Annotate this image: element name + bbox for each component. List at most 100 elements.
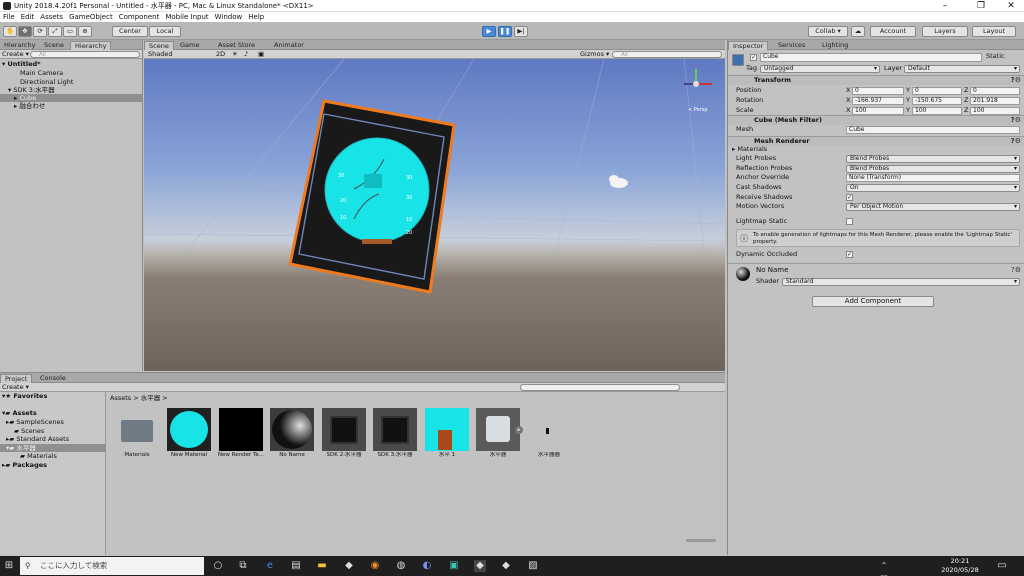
materials-foldout[interactable]: ▸ Materials	[732, 145, 767, 154]
play-button[interactable]: ▶	[482, 26, 496, 37]
tree-materials[interactable]: ▰ Materials	[20, 452, 57, 460]
asset-suiheiki-scene[interactable]	[527, 408, 571, 451]
dynamic-occluded-checkbox[interactable]: ✓	[846, 251, 853, 258]
cast-shadows-dropdown[interactable]: On	[846, 184, 1020, 192]
hierarchy-item-sdk3[interactable]: ▾ SDK 3:水平器	[8, 86, 55, 94]
pivot-local-toggle[interactable]: Local	[149, 26, 181, 37]
position-y-field[interactable]: 0	[912, 87, 962, 95]
tree-scenes[interactable]: ▰ Scenes	[14, 427, 44, 435]
asset-no-name-material[interactable]	[270, 408, 314, 451]
asset-suiheiki-model[interactable]	[476, 408, 520, 451]
discord-icon[interactable]: ◐	[421, 560, 433, 572]
thumbnail-size-slider[interactable]	[686, 539, 716, 542]
shading-mode-dropdown[interactable]: Shaded	[148, 50, 172, 58]
hierarchy-scene-root[interactable]: ▾ Untitled*	[2, 60, 41, 68]
scene-view[interactable]: Scene Game Asset Store Animator Shaded 2…	[144, 40, 725, 371]
tab-game[interactable]: Game	[176, 41, 203, 50]
close-button[interactable]: ✕	[996, 0, 1024, 12]
layers-dropdown[interactable]: Layers	[922, 26, 968, 37]
unity-hub-icon[interactable]: ◆	[343, 560, 355, 572]
tree-standard-assets[interactable]: ▸▰ Standard Assets	[6, 435, 69, 443]
blender-icon[interactable]: ◉	[369, 560, 381, 572]
tree-sample-scenes[interactable]: ▸▰ SampleScenes	[6, 418, 64, 426]
component-menu-icon[interactable]: ?⚙	[1011, 266, 1021, 274]
steam-icon[interactable]: ◍	[395, 560, 407, 572]
lighting-toggle-icon[interactable]: ☀	[232, 50, 238, 58]
add-component-button[interactable]: Add Component	[812, 296, 934, 307]
scale-z-field[interactable]: 100	[970, 107, 1020, 115]
tab-inspector[interactable]: Inspector	[728, 41, 769, 50]
hierarchy-search-input[interactable]: All	[30, 51, 140, 58]
asset-sdk3-prefab[interactable]	[373, 408, 417, 451]
persp-label[interactable]: ≺ Persp	[688, 107, 708, 113]
move-tool-icon[interactable]: ✥	[18, 26, 32, 37]
lightmap-static-checkbox[interactable]	[846, 218, 853, 225]
scene-search-input[interactable]: All	[612, 51, 722, 58]
transform-tool-icon[interactable]: ⊕	[78, 26, 92, 37]
tab-services[interactable]: Services	[774, 41, 809, 50]
component-menu-icon[interactable]: ?⚙	[1011, 116, 1021, 125]
asset-suihei1-texture[interactable]	[425, 408, 469, 451]
rotate-tool-icon[interactable]: ⟳	[33, 26, 47, 37]
layer-dropdown[interactable]: Default	[904, 65, 1020, 73]
receive-shadows-checkbox[interactable]: ✓	[846, 194, 853, 201]
step-button[interactable]: ▶|	[514, 26, 528, 37]
scale-y-field[interactable]: 100	[912, 107, 962, 115]
tab-lighting[interactable]: Lighting	[818, 41, 852, 50]
tree-packages[interactable]: ▸▰ Packages	[2, 461, 47, 469]
transform-header[interactable]: Transform ?⚙	[728, 75, 1024, 85]
audio-toggle-icon[interactable]: ♪	[244, 50, 248, 58]
hierarchy-item-cube[interactable]: ▸ Cube	[0, 94, 143, 102]
expand-arrow-icon[interactable]: ▸	[515, 426, 523, 434]
mesh-renderer-header[interactable]: Mesh Renderer ?⚙	[728, 136, 1024, 146]
material-header[interactable]: No Name Shader Standard ?⚙	[728, 263, 1024, 289]
notification-icon[interactable]: ▭	[996, 560, 1008, 572]
menu-file[interactable]: File	[3, 13, 15, 21]
explorer-icon[interactable]: ▬	[316, 560, 328, 572]
cloud-icon[interactable]: ☁	[851, 26, 865, 37]
position-x-field[interactable]: 0	[852, 87, 904, 95]
hand-tool-icon[interactable]: ✋	[3, 26, 17, 37]
component-menu-icon[interactable]: ?⚙	[1011, 137, 1021, 146]
breadcrumb[interactable]: Assets > 水平器 >	[110, 392, 168, 402]
system-tray-icons[interactable]: ⌃ ▣ ☁ ▭ ♪	[878, 560, 890, 576]
gizmos-dropdown[interactable]: Gizmos ▾	[580, 50, 609, 58]
tab-scene-small[interactable]: Scene	[40, 41, 68, 50]
store-icon[interactable]: ▤	[290, 560, 302, 572]
project-create-button[interactable]: Create ▾	[2, 383, 29, 391]
component-menu-icon[interactable]: ?⚙	[1011, 76, 1021, 85]
taskbar-search-input[interactable]: ⚲ ここに入力して検索	[20, 557, 204, 575]
rotation-y-field[interactable]: -150.675	[912, 97, 962, 105]
rect-tool-icon[interactable]: ▭	[63, 26, 77, 37]
menu-window[interactable]: Window	[215, 13, 243, 21]
tab-animator[interactable]: Animator	[270, 41, 308, 50]
menu-edit[interactable]: Edit	[21, 13, 35, 21]
tag-dropdown[interactable]: Untagged	[760, 65, 880, 73]
mesh-filter-header[interactable]: Cube (Mesh Filter) ?⚙	[728, 115, 1024, 125]
tab-asset-store[interactable]: Asset Store	[214, 41, 259, 50]
hierarchy-item-fusion[interactable]: ▸ 融合わせ	[14, 102, 45, 110]
active-checkbox[interactable]: ✓	[750, 54, 757, 61]
cortana-icon[interactable]: ○	[212, 560, 224, 572]
unity-app-icon[interactable]: ◆	[500, 560, 512, 572]
minimize-button[interactable]: –	[930, 0, 960, 12]
scale-x-field[interactable]: 100	[852, 107, 904, 115]
tab-hierarchy-1[interactable]: Hierarchy	[0, 41, 39, 50]
project-search-input[interactable]	[520, 384, 680, 391]
unity-editor-icon[interactable]: ◆	[474, 560, 486, 572]
tab-scene[interactable]: Scene	[144, 41, 174, 50]
motion-vectors-dropdown[interactable]: Per Object Motion	[846, 203, 1020, 211]
toggle-2d-button[interactable]: 2D	[216, 50, 225, 58]
asset-sdk2-prefab[interactable]	[322, 408, 366, 451]
tab-console[interactable]: Console	[36, 374, 70, 383]
pause-button[interactable]: ❚❚	[498, 26, 512, 37]
tab-project[interactable]: Project	[0, 374, 33, 383]
object-name-field[interactable]: Cube	[760, 53, 982, 62]
menu-mobile-input[interactable]: Mobile Input	[165, 13, 208, 21]
pivot-center-toggle[interactable]: Center	[112, 26, 148, 37]
reflection-probes-dropdown[interactable]: Blend Probes	[846, 165, 1020, 173]
light-probes-dropdown[interactable]: Blend Probes	[846, 155, 1020, 163]
rotation-z-field[interactable]: 201.918	[970, 97, 1020, 105]
windows-start-icon[interactable]: ⊞	[3, 560, 15, 572]
hierarchy-item-directional-light[interactable]: Directional Light	[20, 78, 73, 86]
